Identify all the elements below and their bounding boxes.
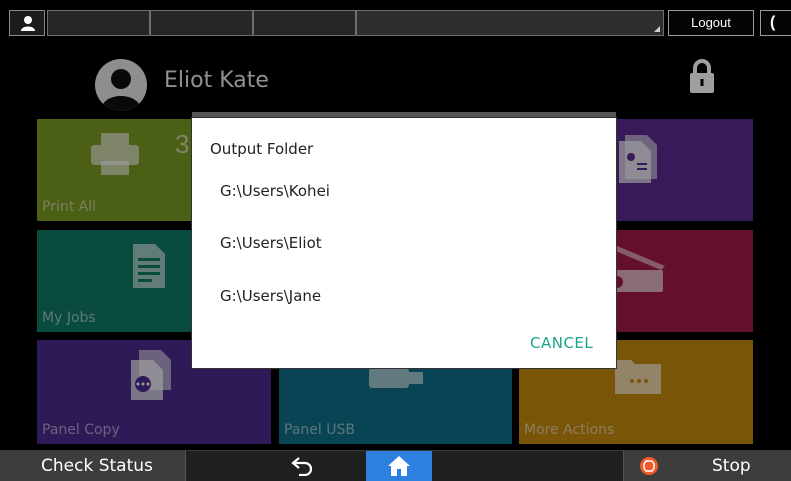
moon-icon: ( [770, 14, 776, 31]
folder-option-kohei[interactable]: G:\Users\Kohei [192, 172, 616, 212]
dialog-title: Output Folder [210, 140, 314, 158]
folder-option-jane[interactable]: G:\Users\Jane [192, 277, 616, 317]
home-icon [388, 456, 410, 476]
stop-label: Stop [712, 456, 751, 476]
bottom-bar: Check Status Stop [0, 450, 791, 481]
check-status-button[interactable]: Check Status [0, 451, 186, 481]
status-segment-1 [47, 10, 150, 36]
status-segment-2 [150, 10, 253, 36]
stop-button[interactable]: Stop [623, 451, 791, 481]
energy-saver-button[interactable]: ( [760, 10, 791, 36]
user-icon [21, 16, 35, 31]
folder-option-label: G:\Users\Kohei [220, 182, 330, 200]
user-icon-button[interactable] [9, 10, 45, 36]
folder-option-label: G:\Users\Jane [220, 287, 322, 305]
expand-corner-icon [654, 26, 660, 32]
home-button[interactable] [366, 451, 432, 481]
top-status-bar: Logout ( [0, 0, 791, 38]
stop-icon [640, 457, 658, 475]
logout-button[interactable]: Logout [668, 10, 754, 36]
status-message-area[interactable] [356, 10, 664, 36]
status-segment-3 [253, 10, 356, 36]
folder-option-label: G:\Users\Eliot [220, 234, 322, 252]
output-folder-dialog: Output Folder G:\Users\Kohei G:\Users\El… [192, 118, 616, 368]
cancel-button[interactable]: CANCEL [530, 334, 593, 352]
back-arrow-icon[interactable] [291, 456, 313, 481]
check-status-label: Check Status [41, 456, 153, 476]
folder-option-eliot[interactable]: G:\Users\Eliot [192, 224, 616, 264]
